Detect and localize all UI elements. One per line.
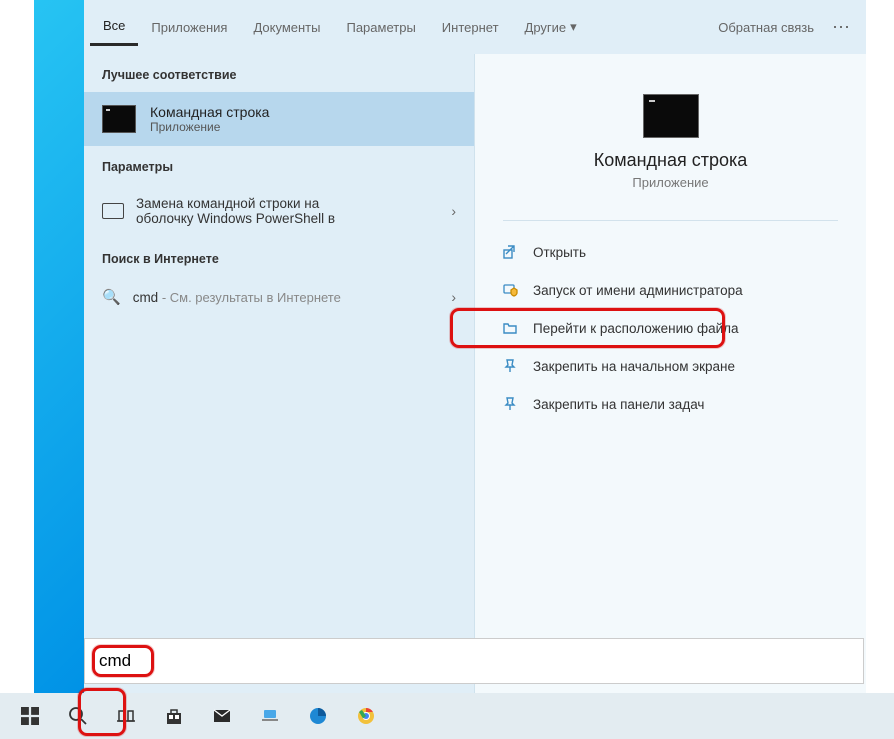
preview-column: Командная строка Приложение Открыть Запу…: [474, 54, 866, 694]
web-row-query: cmd: [133, 290, 159, 305]
folder-icon: [501, 319, 519, 337]
best-match-text: Командная строка Приложение: [150, 104, 269, 134]
web-row-suffix: - См. результаты в Интернете: [158, 290, 341, 305]
preview-title: Командная строка: [475, 150, 866, 171]
web-result-row[interactable]: 🔍 cmd - См. результаты в Интернете ›: [84, 276, 474, 318]
tab-docs[interactable]: Документы: [240, 10, 333, 45]
tab-more[interactable]: Другие ▾: [512, 9, 590, 45]
section-best-match: Лучшее соответствие: [84, 54, 474, 92]
feedback-link[interactable]: Обратная связь: [708, 20, 824, 35]
results-column: Лучшее соответствие Командная строка При…: [84, 54, 474, 694]
tab-internet[interactable]: Интернет: [429, 10, 512, 45]
action-location-label: Перейти к расположению файла: [533, 321, 739, 336]
mail-icon[interactable]: [202, 696, 242, 736]
settings-row-line2: оболочку Windows PowerShell в: [136, 211, 335, 226]
taskbar: [0, 693, 894, 739]
settings-row-line1: Замена командной строки на: [136, 196, 335, 211]
action-admin-label: Запуск от имени администратора: [533, 283, 743, 298]
action-pin-taskbar[interactable]: Закрепить на панели задач: [499, 385, 842, 423]
admin-shield-icon: [501, 281, 519, 299]
action-pin-start-label: Закрепить на начальном экране: [533, 359, 735, 374]
preview-icon-wrap: [475, 94, 866, 138]
main-panel: Все Приложения Документы Параметры Интер…: [84, 0, 866, 694]
action-pin-start[interactable]: Закрепить на начальном экране: [499, 347, 842, 385]
content-area: Лучшее соответствие Командная строка При…: [84, 54, 866, 694]
store-icon[interactable]: [154, 696, 194, 736]
taskbar-search-icon[interactable]: [58, 696, 98, 736]
powershell-icon: [102, 203, 124, 219]
open-icon: [501, 243, 519, 261]
search-bar[interactable]: [84, 638, 864, 684]
start-button[interactable]: [10, 696, 50, 736]
edge-icon[interactable]: [298, 696, 338, 736]
settings-result-row[interactable]: Замена командной строки на оболочку Wind…: [84, 184, 474, 238]
best-match-title: Командная строка: [150, 104, 269, 120]
search-input[interactable]: [99, 651, 849, 671]
pin-icon: [501, 395, 519, 413]
action-open-label: Открыть: [533, 245, 586, 260]
best-match-item[interactable]: Командная строка Приложение: [84, 92, 474, 146]
tab-settings[interactable]: Параметры: [333, 10, 428, 45]
settings-row-text: Замена командной строки на оболочку Wind…: [136, 196, 335, 226]
filter-tabs: Все Приложения Документы Параметры Интер…: [84, 0, 866, 54]
search-icon: 🔍: [102, 288, 121, 306]
best-match-sub: Приложение: [150, 120, 269, 134]
chevron-right-icon: ›: [451, 203, 456, 219]
section-settings: Параметры: [84, 146, 474, 184]
laptop-icon[interactable]: [250, 696, 290, 736]
chrome-icon[interactable]: [346, 696, 386, 736]
tab-apps[interactable]: Приложения: [138, 10, 240, 45]
tab-more-label: Другие: [525, 20, 567, 35]
action-pin-taskbar-label: Закрепить на панели задач: [533, 397, 704, 412]
section-web: Поиск в Интернете: [84, 238, 474, 276]
preview-sub: Приложение: [475, 175, 866, 190]
chevron-down-icon: ▾: [570, 19, 577, 35]
tab-all[interactable]: Все: [90, 8, 138, 46]
more-options-icon[interactable]: ⋯: [824, 17, 860, 38]
pin-icon: [501, 357, 519, 375]
search-window: Все Приложения Документы Параметры Интер…: [34, 0, 866, 694]
web-row-text: cmd - См. результаты в Интернете: [133, 290, 341, 305]
accent-bar: [34, 0, 84, 694]
action-open[interactable]: Открыть: [499, 233, 842, 271]
task-view-icon[interactable]: [106, 696, 146, 736]
action-run-admin[interactable]: Запуск от имени администратора: [499, 271, 842, 309]
cmd-icon: [102, 105, 136, 133]
chevron-right-icon: ›: [451, 289, 456, 305]
divider: [503, 220, 838, 221]
cmd-icon: [643, 94, 699, 138]
action-location[interactable]: Перейти к расположению файла: [499, 309, 842, 347]
